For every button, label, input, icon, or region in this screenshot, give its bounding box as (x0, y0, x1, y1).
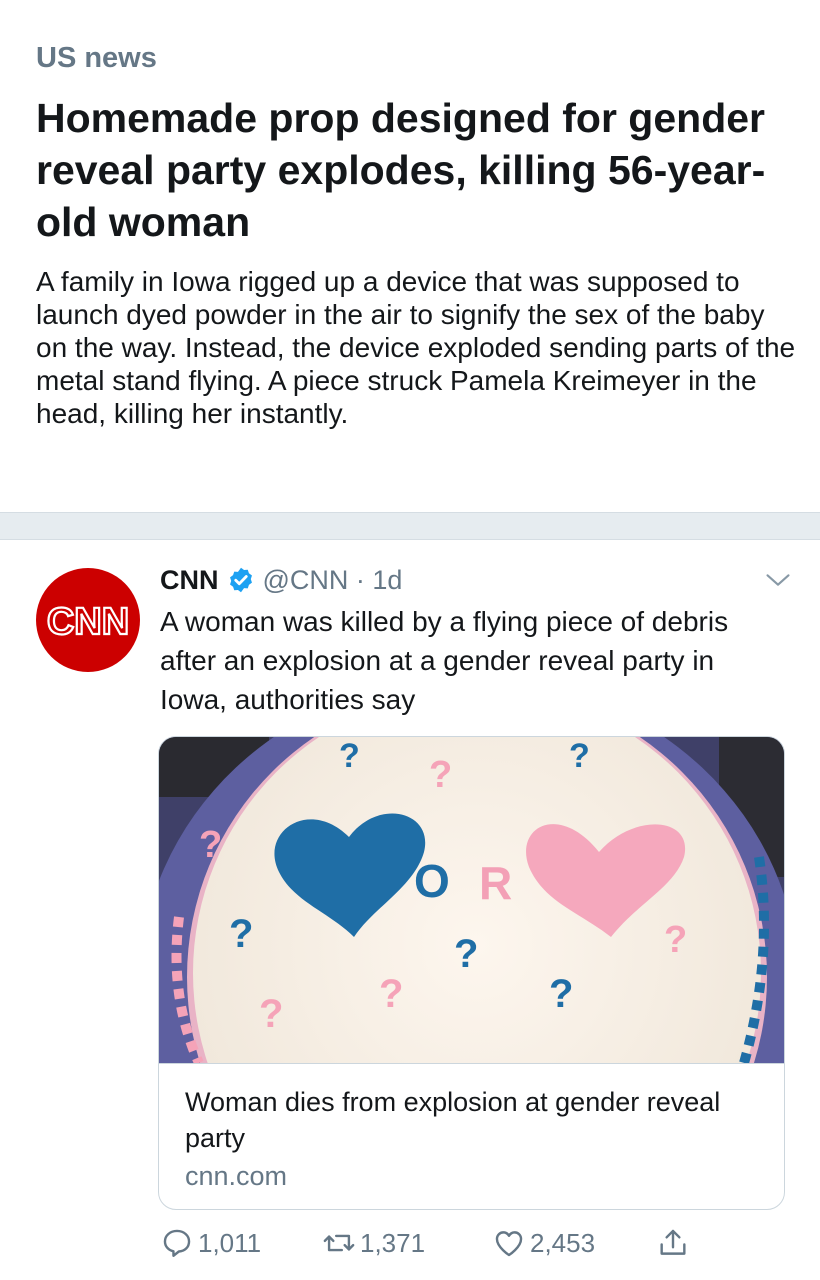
card-domain: cnn.com (185, 1161, 288, 1191)
news-summary: A family in Iowa rigged up a device that… (36, 266, 796, 429)
card-title: Woman dies from explosion at gender reve… (185, 1087, 721, 1153)
svg-text:?: ? (339, 737, 360, 775)
svg-text:O: O (414, 855, 450, 907)
card-image: O R ? ? ? ? ? ? ? ? ? ? (159, 737, 784, 1063)
svg-text:?: ? (664, 919, 687, 961)
like-count: 2,453 (530, 1227, 596, 1258)
svg-text:?: ? (379, 972, 403, 1016)
news-card[interactable]: US news Homemade prop designed for gende… (0, 0, 820, 512)
svg-text:?: ? (454, 932, 478, 976)
link-card[interactable]: O R ? ? ? ? ? ? ? ? ? ? Woman dies from … (158, 736, 785, 1210)
tweet-actions: 1,011 1,371 2,453 (160, 1222, 720, 1268)
chevron-down-icon[interactable] (764, 566, 792, 594)
cnn-logo-icon: CNN (46, 600, 131, 642)
news-headline[interactable]: Homemade prop designed for gender reveal… (36, 92, 776, 248)
tweet-text: A woman was killed by a flying piece of … (160, 606, 729, 715)
tweet-handle-time: @CNN · 1d (262, 564, 403, 595)
svg-text:?: ? (569, 737, 590, 775)
svg-text:?: ? (199, 824, 222, 866)
avatar[interactable]: CNN (36, 568, 140, 672)
verified-badge-icon (229, 567, 252, 593)
svg-text:?: ? (229, 912, 253, 956)
svg-text:?: ? (429, 754, 452, 796)
tweet-author-name[interactable]: CNN (160, 565, 219, 596)
retweet-icon (323, 1234, 355, 1252)
card-body: Woman dies from explosion at gender reve… (159, 1063, 784, 1209)
share-button[interactable] (656, 1226, 694, 1260)
cake-image: O R ? ? ? ? ? ? ? ? ? ? (159, 737, 784, 1063)
retweet-count: 1,371 (360, 1227, 426, 1258)
reply-bubble-icon (163, 1229, 191, 1257)
heart-icon (495, 1231, 523, 1257)
reply-count: 1,011 (198, 1227, 262, 1258)
svg-text:?: ? (549, 972, 573, 1016)
svg-text:?: ? (259, 992, 283, 1036)
share-icon (660, 1229, 686, 1255)
tweet-header: CNN @CNN · 1d (160, 562, 402, 598)
cnn-logo-text: CNN (47, 601, 129, 642)
news-section-label: US news (36, 42, 157, 74)
svg-text:R: R (479, 857, 512, 909)
like-button[interactable]: 2,453 (492, 1226, 595, 1260)
section-divider (0, 512, 820, 540)
retweet-button[interactable]: 1,371 (322, 1226, 425, 1260)
reply-button[interactable]: 1,011 (160, 1226, 261, 1260)
